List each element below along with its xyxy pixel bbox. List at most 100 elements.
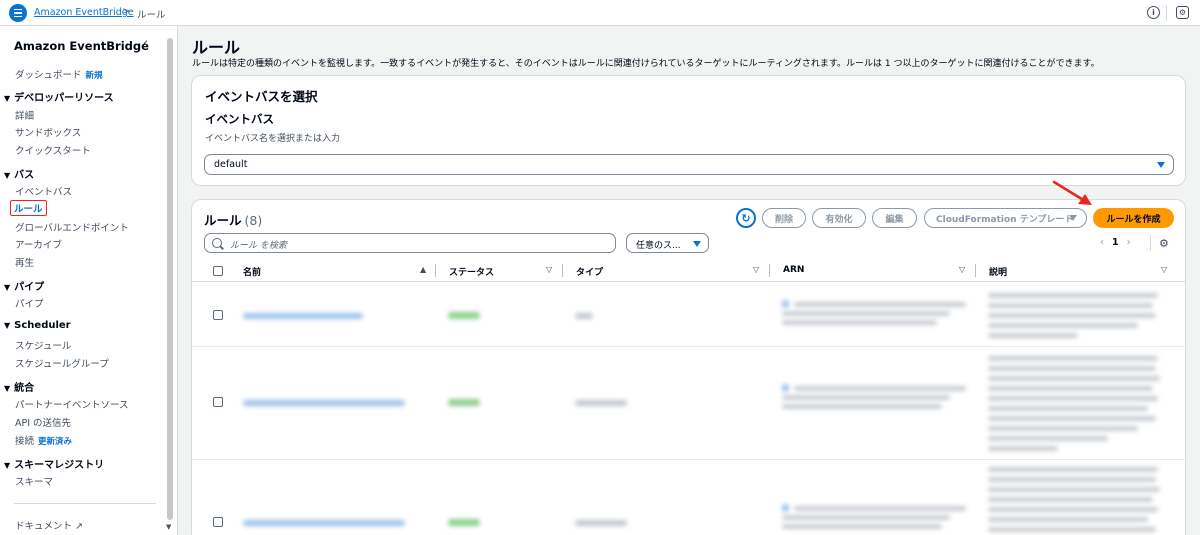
select-all-checkbox[interactable]: [213, 266, 223, 276]
divider: [1150, 235, 1151, 251]
settings-icon[interactable]: ⚙: [1176, 6, 1189, 19]
info-icon[interactable]: i: [1147, 6, 1160, 19]
create-rule-button[interactable]: ルールを作成: [1093, 208, 1174, 228]
event-bus-label: イベントバス: [205, 112, 274, 126]
column-name[interactable]: 名前: [243, 265, 261, 278]
prev-page-icon[interactable]: ‹: [1100, 237, 1104, 248]
section-label: 統合: [14, 383, 35, 394]
description-text: [988, 303, 1153, 308]
description-text: [988, 446, 1058, 451]
table-row[interactable]: [192, 348, 1185, 460]
sidebar-item-quickstart[interactable]: クイックスタート: [15, 143, 91, 157]
sidebar-section-scheduler[interactable]: ▼ Scheduler: [4, 320, 71, 331]
sidebar-item-schemas[interactable]: スキーマ: [15, 474, 53, 488]
sort-icon[interactable]: ▽: [753, 265, 759, 274]
sidebar-item-eventbus[interactable]: イベントバス: [15, 184, 72, 198]
sidebar-section-bus[interactable]: ▼ バス: [4, 166, 34, 181]
cloudformation-template-button[interactable]: CloudFormation テンプレート: [924, 208, 1087, 228]
enable-button[interactable]: 有効化: [812, 208, 866, 228]
rules-panel: ルール (8) ↻ 削除 有効化 編集 CloudFormation テンプレート…: [191, 199, 1186, 535]
breadcrumb-eventbridge[interactable]: Amazon EventBridge: [34, 7, 134, 18]
arn-text: [782, 320, 937, 325]
sidebar-item-replay[interactable]: 再生: [15, 255, 34, 269]
row-checkbox[interactable]: [213, 397, 223, 407]
sidebar-item-api-destinations[interactable]: API の送信先: [15, 415, 71, 429]
column-status[interactable]: ステータス: [449, 265, 494, 278]
sidebar-title: Amazon EventBridge: [14, 39, 149, 53]
column-separator[interactable]: [769, 264, 770, 277]
arn-text: [794, 506, 966, 511]
sort-icon[interactable]: ▽: [959, 265, 965, 274]
column-separator[interactable]: [975, 264, 976, 277]
section-label: スキーマレジストリ: [14, 460, 105, 471]
column-description[interactable]: 説明: [989, 265, 1007, 278]
scroll-down-icon[interactable]: ▼: [166, 523, 171, 531]
sidebar-item-global-endpoints[interactable]: グローバルエンドポイント: [15, 220, 129, 234]
column-separator[interactable]: [435, 264, 436, 277]
section-label: デベロッパーリソース: [14, 93, 114, 104]
row-checkbox[interactable]: [213, 310, 223, 320]
column-separator[interactable]: [562, 264, 563, 277]
table-row[interactable]: [192, 461, 1185, 535]
sidebar-section-pipes[interactable]: ▼ パイプ: [4, 278, 44, 293]
menu-icon[interactable]: [9, 4, 27, 22]
documentation-link[interactable]: ドキュメント ↗: [15, 518, 83, 532]
page-number[interactable]: 1: [1112, 237, 1119, 248]
event-bus-select[interactable]: default: [204, 154, 1174, 175]
sidebar-item-dashboard[interactable]: ダッシュボード 新規: [15, 67, 103, 81]
pagination: ‹ 1 ›: [1100, 237, 1131, 248]
search-input[interactable]: ルール を検索: [204, 233, 616, 253]
sidebar-scrollbar[interactable]: [167, 38, 173, 520]
sidebar-item-sandbox[interactable]: サンドボックス: [15, 125, 81, 139]
sidebar-item-schedule[interactable]: スケジュール: [15, 338, 71, 352]
section-label: パイプ: [14, 282, 45, 293]
panel-header: イベントバスを選択: [205, 89, 318, 104]
delete-button[interactable]: 削除: [762, 208, 806, 228]
row-checkbox[interactable]: [213, 517, 223, 527]
sidebar-item-archive[interactable]: アーカイブ: [15, 237, 62, 251]
rule-name-link[interactable]: [243, 520, 405, 526]
search-placeholder: ルール を検索: [230, 241, 287, 251]
external-link-icon: ↗: [75, 521, 84, 532]
refresh-icon[interactable]: ↻: [736, 208, 756, 228]
sidebar-item-rules[interactable]: ルール: [10, 200, 47, 216]
description-text: [988, 527, 1156, 532]
edit-button[interactable]: 編集: [872, 208, 917, 228]
description-text: [988, 416, 1156, 421]
sort-icon[interactable]: ▽: [1161, 265, 1167, 274]
collapse-sidebar-icon[interactable]: ‹: [143, 36, 148, 51]
arn-text: [794, 302, 966, 307]
copy-icon[interactable]: [782, 300, 789, 308]
documentation-label: ドキュメント: [15, 521, 73, 532]
status-badge: [448, 312, 480, 319]
new-badge: 新規: [85, 71, 103, 81]
copy-icon[interactable]: [782, 504, 789, 512]
sidebar-item-pipe[interactable]: パイプ: [15, 296, 44, 310]
sidebar-item-details[interactable]: 詳細: [15, 108, 34, 122]
table-row[interactable]: [192, 283, 1185, 347]
description-text: [988, 386, 1153, 391]
rule-name-link[interactable]: [243, 400, 405, 406]
next-page-icon[interactable]: ›: [1127, 237, 1131, 248]
sidebar-section-integration[interactable]: ▼ 統合: [4, 379, 34, 394]
sidebar-section-dev[interactable]: ▼ デベロッパーリソース: [4, 89, 114, 104]
status-filter-select[interactable]: 任意のス...: [626, 233, 709, 253]
column-type[interactable]: タイプ: [576, 265, 603, 278]
updated-badge: 更新済み: [38, 437, 73, 447]
description-text: [988, 467, 1158, 472]
copy-icon[interactable]: [782, 384, 789, 392]
annotation-arrow-icon: [1052, 180, 1092, 205]
status-badge: [448, 519, 480, 526]
sort-icon[interactable]: ▽: [546, 265, 552, 274]
sort-ascending-icon[interactable]: ▲: [420, 265, 426, 274]
sidebar-item-partner-sources[interactable]: パートナーイベントソース: [15, 397, 129, 411]
column-arn[interactable]: ARN: [783, 265, 804, 275]
sidebar-item-connections[interactable]: 接続 更新済み: [15, 433, 72, 447]
rule-name-link[interactable]: [243, 313, 363, 319]
sidebar-section-registry[interactable]: ▼ スキーマレジストリ: [4, 456, 104, 471]
rule-type: [575, 520, 627, 526]
rules-count: (8): [244, 213, 263, 228]
chevron-right-icon: >: [122, 6, 131, 17]
gear-icon[interactable]: ⚙: [1159, 237, 1169, 250]
sidebar-item-schedule-group[interactable]: スケジュールグループ: [15, 356, 109, 370]
